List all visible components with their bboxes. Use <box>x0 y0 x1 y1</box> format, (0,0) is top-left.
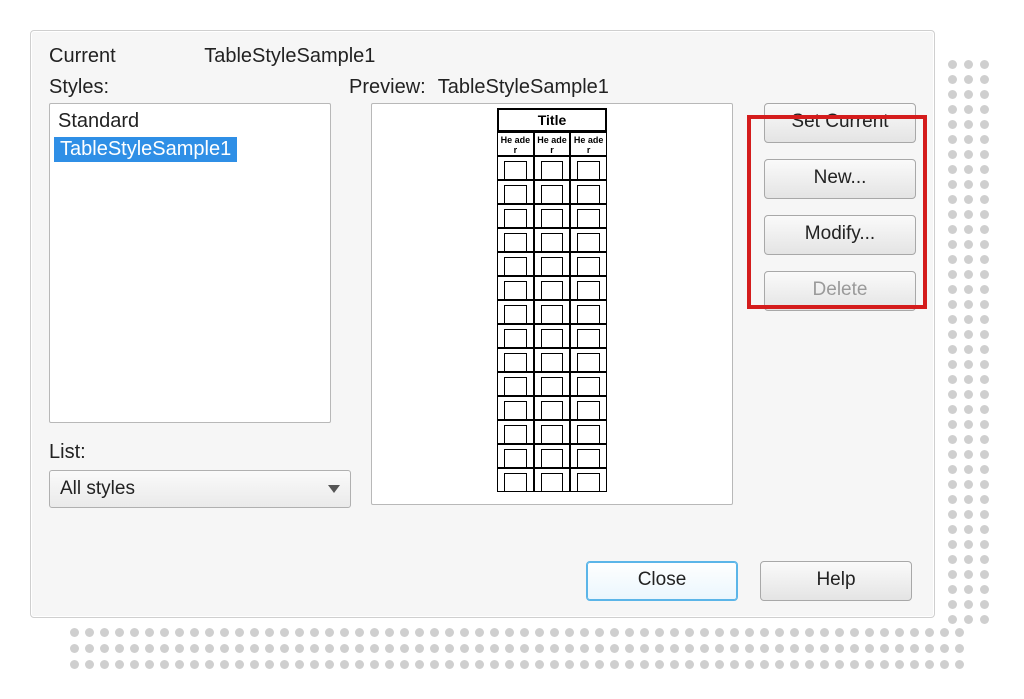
styles-listbox[interactable]: Standard TableStyleSample1 <box>49 103 331 423</box>
current-row: Current TableStyleSample1 <box>49 45 916 68</box>
chevron-down-icon <box>328 485 340 493</box>
table-style-dialog: Current TableStyleSample1 Styles: Previe… <box>30 30 935 618</box>
preview-header-cell: He ade r <box>570 132 607 156</box>
styles-item-standard[interactable]: Standard <box>50 108 330 135</box>
headers-row: Styles: Preview: TableStyleSample1 <box>49 76 916 99</box>
list-label: List: <box>49 441 351 464</box>
current-label: Current <box>49 45 199 68</box>
preview-title: Title <box>497 108 607 132</box>
delete-button: Delete <box>764 271 916 311</box>
list-combo[interactable]: All styles <box>49 470 351 508</box>
preview-header-cell: He ade r <box>534 132 571 156</box>
new-button[interactable]: New... <box>764 159 916 199</box>
current-value: TableStyleSample1 <box>204 45 375 67</box>
preview-label: Preview: <box>349 76 426 99</box>
styles-item-tablestylesample1[interactable]: TableStyleSample1 <box>54 137 237 162</box>
list-combo-value: All styles <box>60 478 135 500</box>
close-button[interactable]: Close <box>586 561 738 601</box>
preview-box: Title He ade r He ade r He ade r <box>371 103 733 505</box>
preview-header-cell: He ade r <box>497 132 534 156</box>
set-current-button[interactable]: Set Current <box>764 103 916 143</box>
modify-button[interactable]: Modify... <box>764 215 916 255</box>
preview-table: Title He ade r He ade r He ade r <box>497 108 607 504</box>
styles-label: Styles: <box>49 76 349 99</box>
help-button[interactable]: Help <box>760 561 912 601</box>
preview-name: TableStyleSample1 <box>438 76 609 99</box>
